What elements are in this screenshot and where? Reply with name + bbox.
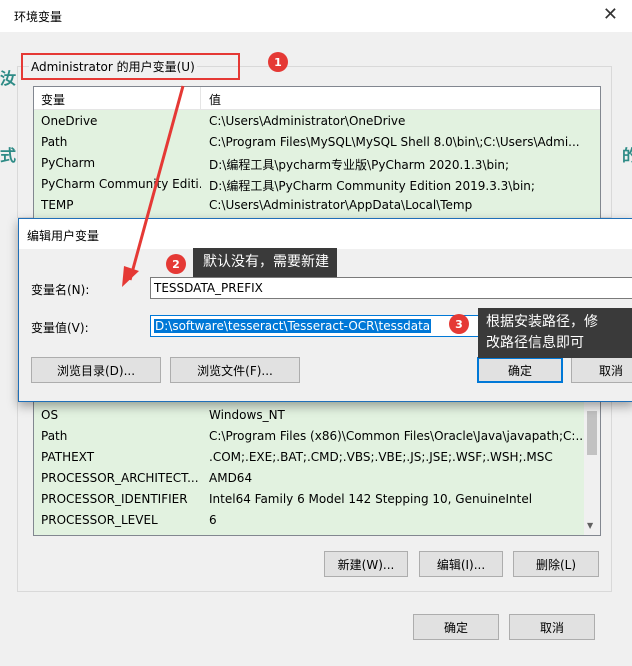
annotation-tooltip: 根据安装路径，修 改路径信息即可 (478, 308, 632, 358)
annotation-tooltip: 默认没有，需要新建 (193, 248, 337, 277)
annotation-badge: 2 (166, 254, 186, 274)
tooltip-text: 改路径信息即可 (486, 335, 584, 351)
tooltip-text: 根据安装路径，修 (486, 314, 598, 330)
annotation-badge: 1 (268, 52, 288, 72)
annotation-badge: 3 (449, 314, 469, 334)
tooltip-text: 默认没有，需要新建 (203, 254, 329, 270)
